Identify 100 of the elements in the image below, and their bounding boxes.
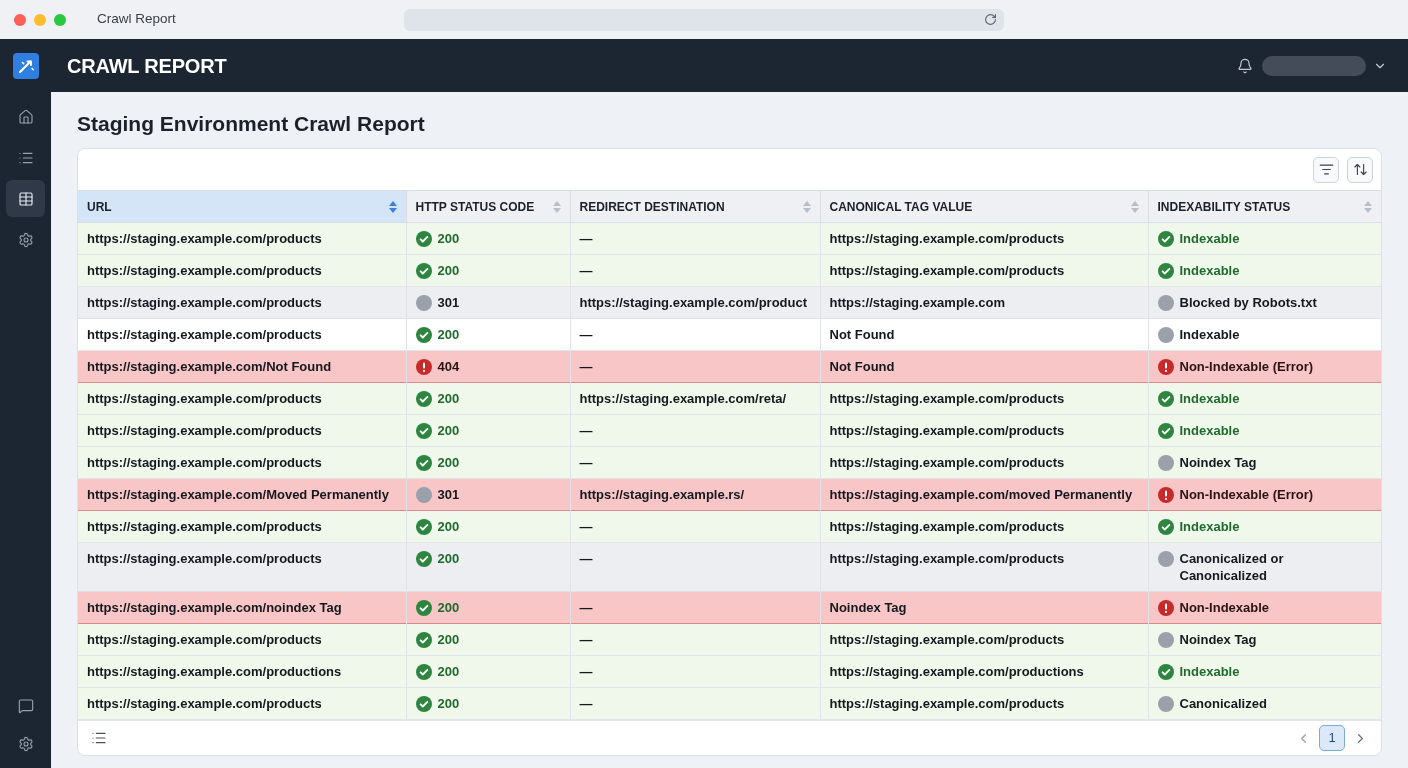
table-cell: —: [570, 623, 820, 656]
list-view-icon[interactable]: [91, 730, 107, 746]
indexability-label: Indexable: [1179, 262, 1240, 279]
table-cell: https://staging.example.com/moved Permanently: [820, 478, 1148, 511]
table-cell: https://staging.example.com/productions: [78, 655, 406, 688]
table-cell: https://staging.example.com/productions: [820, 655, 1148, 688]
indexability-label: Indexable: [1179, 390, 1240, 407]
table-cell: https://staging.example.com/reta/: [570, 382, 820, 415]
table-cell: —: [570, 350, 820, 383]
logo-icon: [12, 52, 39, 79]
column-header[interactable]: URL: [78, 190, 406, 223]
table-cell: https://staging.example.com/products: [78, 623, 406, 656]
column-header[interactable]: INDEXABILITY STATUS: [1148, 190, 1381, 223]
indexability-label: Non-Indexable (Error): [1179, 486, 1314, 503]
table-cell: https://staging.example.com/products: [820, 446, 1148, 479]
table-cell: https://staging.example.com: [820, 286, 1148, 319]
sort-arrows-icon: [1352, 162, 1368, 177]
sort-icon: [552, 200, 561, 213]
status-code: 200: [437, 454, 460, 471]
table-cell: —: [570, 655, 820, 688]
table-cell: —: [570, 222, 820, 255]
sort-icon: [1364, 200, 1372, 213]
status-code: 200: [437, 326, 460, 343]
message-icon: [17, 697, 34, 714]
status-code: 200: [437, 550, 460, 567]
indexability-label: Indexable: [1179, 326, 1240, 343]
table-cell: https://staging.example.com/products: [820, 222, 1148, 255]
table-cell: https://staging.example.com/Not Found: [78, 350, 406, 383]
indexability-label: Blocked by Robots.txt: [1179, 294, 1317, 311]
settings-icon: [17, 735, 34, 752]
table-cell: https://staging.example.com/products: [78, 510, 406, 543]
table-cell: —: [570, 591, 820, 624]
column-header[interactable]: HTTP STATUS CODE: [406, 190, 570, 223]
table-cell: https://staging.example.com/products: [820, 382, 1148, 415]
sort-button[interactable]: [1347, 156, 1373, 183]
nav-button[interactable]: [6, 180, 45, 217]
indexability-label: Noindex Tag: [1179, 631, 1257, 648]
sort-icon: [802, 200, 811, 213]
column-header[interactable]: REDIRECT DESTINATION: [570, 190, 820, 223]
notification-bell-icon[interactable]: [1237, 57, 1253, 74]
status-code: 301: [437, 486, 460, 503]
indexability-label: Non-Indexable: [1179, 599, 1270, 616]
table-cell: https://staging.example.com/products: [820, 542, 1148, 592]
table-cell: https://staging.example.com/product: [570, 286, 820, 319]
status-code: 200: [437, 230, 460, 247]
table-cell: https://staging.example.com/products: [820, 687, 1148, 720]
table-cell: —: [570, 446, 820, 479]
table-cell: https://staging.example.com/products: [820, 510, 1148, 543]
page-button[interactable]: 1: [1319, 725, 1345, 751]
status-code: 200: [437, 631, 460, 648]
status-code: 200: [437, 663, 460, 680]
table-cell: —: [570, 687, 820, 720]
home-icon: [17, 108, 34, 125]
table-cell: Not Found: [820, 318, 1148, 351]
table-cell: https://staging.example.com/noindex Tag: [78, 591, 406, 624]
status-code: 200: [437, 262, 460, 279]
table-cell: —: [570, 542, 820, 592]
table-cell: https://staging.example.rs/: [570, 478, 820, 511]
page-title: Staging Environment Crawl Report: [77, 111, 426, 137]
table-cell: https://staging.example.com/products: [78, 382, 406, 415]
table-cell: https://staging.example.com/products: [78, 318, 406, 351]
close-window-icon[interactable]: [14, 13, 26, 26]
reload-icon[interactable]: [984, 13, 997, 26]
table-cell: —: [570, 510, 820, 543]
address-field[interactable]: [404, 8, 1004, 31]
table-cell: Not Found: [820, 350, 1148, 383]
table-cell: https://staging.example.com/products: [78, 286, 406, 319]
table-cell: https://staging.example.com/products: [820, 254, 1148, 287]
table-cell: —: [570, 414, 820, 447]
status-code: 200: [437, 695, 460, 712]
sort-icon: [388, 200, 397, 213]
column-header[interactable]: CANONICAL TAG VALUE: [820, 190, 1148, 223]
table-icon: [17, 190, 34, 207]
table-cell: https://staging.example.com/Moved Permanently: [78, 478, 406, 511]
settings-icon: [17, 231, 34, 248]
indexability-label: Non-Indexable (Error): [1179, 358, 1314, 375]
table-cell: https://staging.example.com/products: [78, 446, 406, 479]
table-cell: https://staging.example.com/products: [820, 623, 1148, 656]
table-cell: https://staging.example.com/products: [78, 222, 406, 255]
table-cell: https://staging.example.com/products: [820, 414, 1148, 447]
indexability-label: Canonicalized: [1179, 695, 1267, 712]
indexability-label: Noindex Tag: [1179, 454, 1257, 471]
sort-icon: [1130, 200, 1139, 213]
status-code: 200: [437, 518, 460, 535]
table-cell: —: [570, 254, 820, 287]
table-cell: —: [570, 318, 820, 351]
table-cell: https://staging.example.com/products: [78, 254, 406, 287]
table-cell: https://staging.example.com/products: [78, 414, 406, 447]
table-cell: Noindex Tag: [820, 591, 1148, 624]
filter-icon: [1318, 162, 1334, 177]
window-title: Crawl Report: [97, 10, 176, 29]
status-code: 200: [437, 390, 460, 407]
app-title: CRAWL REPORT: [67, 53, 227, 79]
table-cell: https://staging.example.com/products: [78, 687, 406, 720]
indexability-label: Canonicalized or Canonicalized: [1179, 550, 1285, 584]
status-code: 200: [437, 599, 460, 616]
status-code: 404: [437, 358, 460, 375]
table-cell: https://staging.example.com/products: [78, 542, 406, 592]
filter-button[interactable]: [1313, 156, 1339, 183]
indexability-label: Indexable: [1179, 230, 1240, 247]
